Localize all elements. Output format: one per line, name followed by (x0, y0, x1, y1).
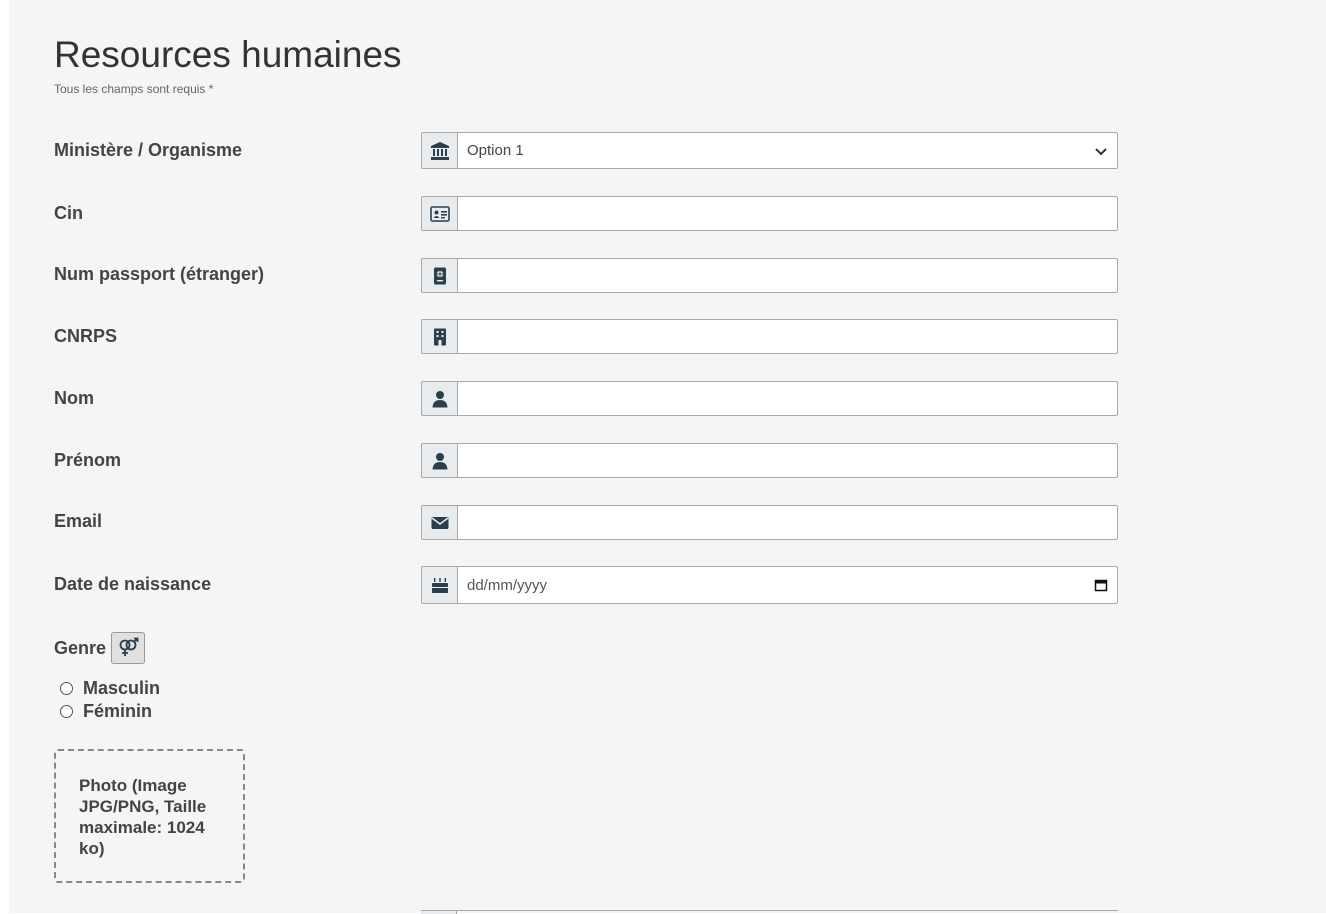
passport-input[interactable] (457, 258, 1118, 293)
nom-label: Nom (54, 388, 94, 408)
genre-option-feminin[interactable]: Féminin (60, 701, 152, 722)
date-placeholder: dd/mm/yyyy (467, 576, 548, 594)
page-title: Resources humaines (54, 34, 402, 75)
cin-input[interactable] (457, 196, 1118, 231)
genre-option-masculin[interactable]: Masculin (60, 678, 160, 699)
birthday-cake-icon (421, 566, 457, 604)
institution-icon (421, 132, 457, 169)
id-card-icon (421, 196, 457, 231)
genre-label: Genre (54, 638, 107, 658)
feminin-radio[interactable] (60, 705, 73, 718)
prenom-input[interactable] (457, 443, 1118, 478)
nom-input[interactable] (457, 381, 1118, 416)
chevron-down-icon (1095, 147, 1107, 155)
ministere-select[interactable]: Option 1 (457, 132, 1118, 169)
date-naissance-group: dd/mm/yyyy (421, 566, 1118, 604)
date-naissance-input[interactable]: dd/mm/yyyy (457, 566, 1118, 604)
cnrps-label: CNRPS (54, 326, 118, 346)
masculin-label: Masculin (83, 678, 161, 698)
email-input[interactable] (457, 505, 1118, 540)
passport-input-group (421, 258, 1118, 293)
email-input-group (421, 505, 1118, 540)
ministere-select-group: Option 1 (421, 132, 1118, 169)
cnrps-input[interactable] (457, 319, 1118, 354)
building-icon (421, 319, 457, 354)
passport-icon (421, 258, 457, 293)
photo-upload-label: Photo (Image JPG/PNG, Taille maximale: 1… (79, 776, 207, 858)
cin-label: Cin (54, 203, 83, 223)
required-note: Tous les champs sont requis * (54, 82, 214, 96)
date-naissance-label: Date de naissance (54, 574, 212, 594)
venus-mars-icon (111, 632, 145, 664)
cnrps-input-group (421, 319, 1118, 354)
nom-input-group (421, 381, 1118, 416)
ministere-label: Ministère / Organisme (54, 140, 243, 160)
cin-input-group (421, 196, 1118, 231)
user-icon (421, 381, 457, 416)
masculin-radio[interactable] (60, 682, 73, 695)
envelope-icon (421, 505, 457, 540)
ministere-selected-value: Option 1 (467, 142, 524, 159)
user-icon (421, 443, 457, 478)
photo-upload-dropzone[interactable]: Photo (Image JPG/PNG, Taille maximale: 1… (54, 749, 245, 883)
calendar-icon[interactable] (1094, 578, 1108, 592)
feminin-label: Féminin (83, 701, 153, 721)
prenom-label: Prénom (54, 450, 122, 470)
email-label: Email (54, 511, 103, 531)
prenom-input-group (421, 443, 1118, 478)
passport-label: Num passport (étranger) (54, 264, 265, 284)
